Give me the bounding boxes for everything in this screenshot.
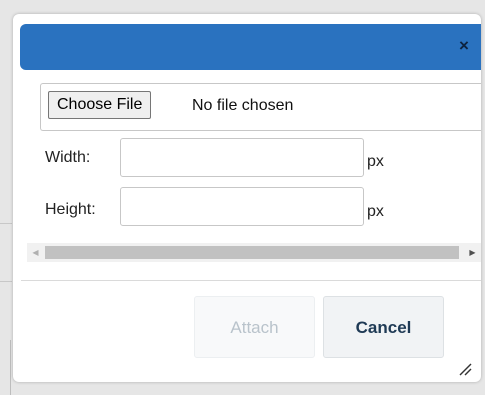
close-icon: × bbox=[459, 36, 469, 55]
file-input-container: Choose File No file chosen bbox=[40, 83, 481, 131]
scroll-left-arrow-icon[interactable]: ◀ bbox=[27, 243, 44, 262]
choose-file-button[interactable]: Choose File bbox=[48, 91, 152, 119]
file-status-text: No file chosen bbox=[192, 97, 294, 114]
dialog-titlebar[interactable]: × bbox=[20, 24, 481, 70]
backdrop-divider bbox=[0, 281, 12, 282]
height-input[interactable] bbox=[120, 187, 364, 226]
width-label: Width: bbox=[45, 149, 91, 166]
horizontal-scrollbar[interactable]: ◀ ▶ bbox=[27, 243, 481, 262]
close-button[interactable]: × bbox=[453, 35, 475, 57]
width-unit: px bbox=[367, 153, 384, 170]
footer-divider bbox=[21, 280, 481, 281]
attach-image-dialog: × Choose File No file chosen Width: px H… bbox=[13, 14, 481, 382]
cancel-button[interactable]: Cancel bbox=[323, 296, 444, 358]
scroll-right-arrow-icon[interactable]: ▶ bbox=[464, 243, 481, 262]
height-unit: px bbox=[367, 203, 384, 220]
resize-grip-icon[interactable] bbox=[458, 362, 472, 376]
backdrop-divider bbox=[10, 340, 11, 395]
attach-button[interactable]: Attach bbox=[194, 296, 315, 358]
height-label: Height: bbox=[45, 201, 96, 218]
width-input[interactable] bbox=[120, 138, 364, 177]
backdrop-divider bbox=[0, 223, 12, 224]
scrollbar-thumb[interactable] bbox=[45, 246, 459, 259]
